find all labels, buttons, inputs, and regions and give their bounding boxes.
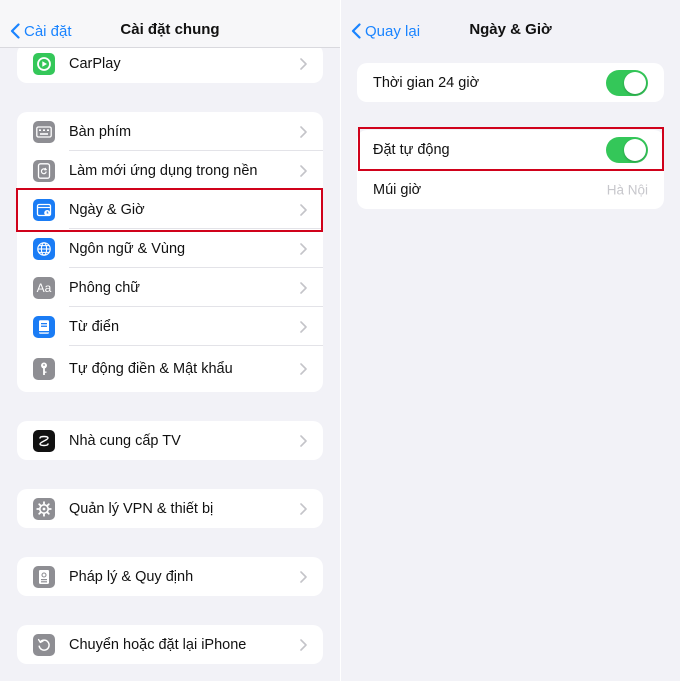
vpn-group: Quản lý VPN & thiết bị xyxy=(17,489,323,528)
settings-row-fonts[interactable]: Aa Phông chữ xyxy=(17,268,323,307)
auto-time-group: Đặt tự động Múi giờ Hà Nội xyxy=(357,130,664,209)
settings-row-label: Ngày & Giờ xyxy=(69,201,145,218)
settings-row-label: Múi giờ xyxy=(373,181,422,198)
left-navigation-bar: Cài đặt Cài đặt chung xyxy=(0,0,340,48)
settings-row-label: Từ điển xyxy=(69,318,120,335)
date-time-pane: Quay lại Ngày & Giờ Thời gian 24 giờ Đặt… xyxy=(341,0,680,681)
settings-row-keyboard[interactable]: Bàn phím xyxy=(17,112,323,151)
24-hour-time-toggle[interactable] xyxy=(606,69,648,96)
chevron-right-icon xyxy=(300,57,307,70)
general-main-group: Bàn phím Làm mới ứng dụng trong nền Ngày… xyxy=(17,112,323,392)
reset-icon xyxy=(33,633,55,656)
carplay-icon xyxy=(33,52,55,75)
page-title: Ngày & Giờ xyxy=(469,21,552,38)
settings-row-24-hour-time: Thời gian 24 giờ xyxy=(357,63,664,102)
chevron-right-icon xyxy=(300,164,307,177)
chevron-right-icon xyxy=(300,638,307,651)
general-settings-pane: CarPlay Bàn phím Làm mới ứng dụng trong … xyxy=(0,0,340,681)
chevron-right-icon xyxy=(300,203,307,216)
chevron-right-icon xyxy=(300,502,307,515)
legal-document-icon xyxy=(33,565,55,588)
settings-row-set-automatically: Đặt tự động xyxy=(357,130,664,170)
page-title: Cài đặt chung xyxy=(120,21,220,38)
settings-row-transfer-reset[interactable]: Chuyển hoặc đặt lại iPhone xyxy=(17,625,323,664)
background-refresh-icon xyxy=(33,159,55,182)
settings-row-legal-regulatory[interactable]: Pháp lý & Quy định xyxy=(17,557,323,596)
toggle-knob xyxy=(624,139,646,161)
settings-row-label: Đặt tự động xyxy=(373,142,450,158)
settings-row-language-region[interactable]: Ngôn ngữ & Vùng xyxy=(17,229,323,268)
settings-row-vpn-device-management[interactable]: Quản lý VPN & thiết bị xyxy=(17,489,323,528)
chevron-right-icon xyxy=(300,434,307,447)
set-automatically-toggle[interactable] xyxy=(606,137,648,163)
settings-row-time-zone[interactable]: Múi giờ Hà Nội xyxy=(357,170,664,209)
keyboard-icon xyxy=(33,120,55,143)
tv-provider-group: Nhà cung cấp TV xyxy=(17,421,323,460)
reset-group: Chuyển hoặc đặt lại iPhone xyxy=(17,625,323,664)
settings-row-label: Chuyển hoặc đặt lại iPhone xyxy=(69,636,247,653)
carplay-group: CarPlay xyxy=(17,44,323,83)
settings-row-dictionary[interactable]: Từ điển xyxy=(17,307,323,346)
settings-row-label: Phông chữ xyxy=(69,279,140,296)
time-zone-value: Hà Nội xyxy=(606,182,648,197)
settings-row-label: Pháp lý & Quy định xyxy=(69,568,194,585)
settings-row-label: Làm mới ứng dụng trong nền xyxy=(69,162,258,179)
globe-icon xyxy=(33,237,55,260)
settings-row-label: Bàn phím xyxy=(69,123,132,140)
settings-row-carplay[interactable]: CarPlay xyxy=(17,44,323,83)
dictionary-icon xyxy=(33,315,55,338)
chevron-right-icon xyxy=(300,281,307,294)
settings-row-label: Nhà cung cấp TV xyxy=(69,432,181,449)
tv-provider-icon xyxy=(33,429,55,452)
chevron-right-icon xyxy=(300,242,307,255)
settings-row-tv-provider[interactable]: Nhà cung cấp TV xyxy=(17,421,323,460)
time-format-group: Thời gian 24 giờ xyxy=(357,63,664,102)
chevron-right-icon xyxy=(300,363,307,375)
fonts-icon: Aa xyxy=(33,276,55,299)
settings-row-label: Tự động điền & Mật khẩu xyxy=(69,361,233,377)
settings-row-label: Ngôn ngữ & Vùng xyxy=(69,240,186,257)
toggle-knob xyxy=(624,71,646,94)
key-icon xyxy=(33,358,55,380)
gear-icon xyxy=(33,497,55,520)
settings-row-date-time[interactable]: Ngày & Giờ xyxy=(17,190,323,229)
chevron-right-icon xyxy=(300,320,307,333)
settings-row-label: Quản lý VPN & thiết bị xyxy=(69,500,214,517)
legal-group: Pháp lý & Quy định xyxy=(17,557,323,596)
chevron-right-icon xyxy=(300,570,307,583)
settings-row-autofill-passwords[interactable]: Tự động điền & Mật khẩu xyxy=(17,346,323,392)
chevron-right-icon xyxy=(300,125,307,138)
settings-row-background-refresh[interactable]: Làm mới ứng dụng trong nền xyxy=(17,151,323,190)
settings-row-label: CarPlay xyxy=(69,55,121,72)
settings-row-label: Thời gian 24 giờ xyxy=(373,74,480,91)
right-navigation-bar: Quay lại Ngày & Giờ xyxy=(341,0,680,48)
calendar-clock-icon xyxy=(33,198,55,221)
